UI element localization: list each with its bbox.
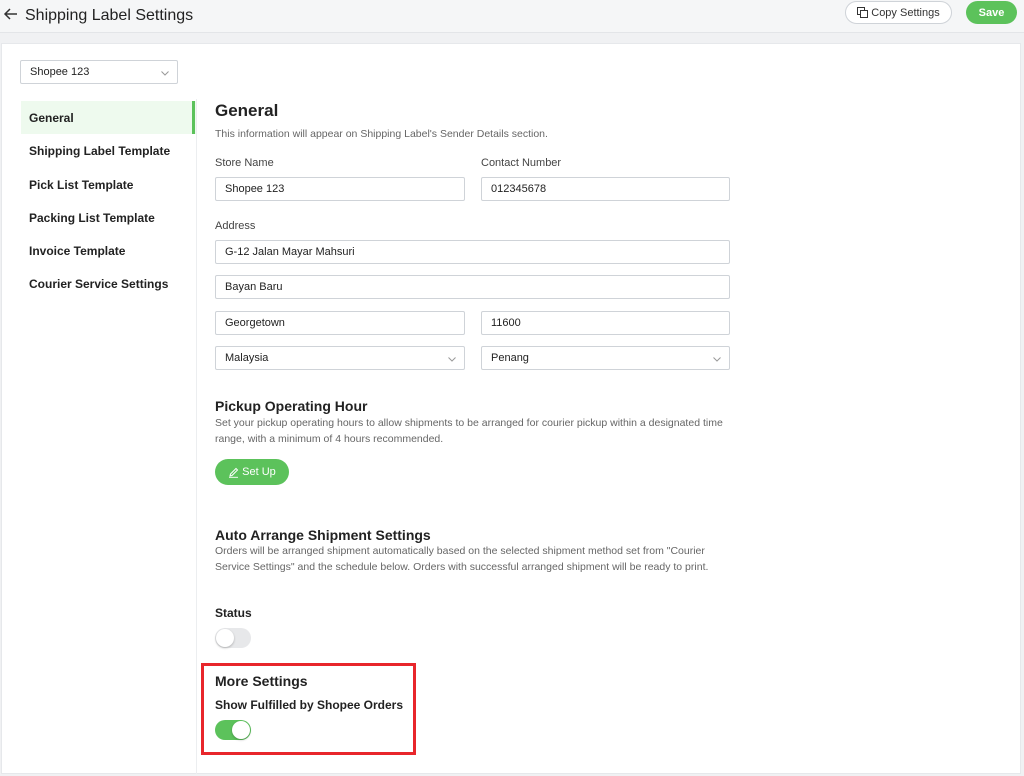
- store-select-value: Shopee 123: [30, 66, 90, 78]
- postcode-input[interactable]: 11600: [481, 311, 730, 335]
- chevron-down-icon: [161, 71, 169, 76]
- top-bar: Shipping Label Settings Copy Settings Sa…: [0, 0, 1024, 33]
- sidebar-item-label: Packing List Template: [29, 210, 155, 225]
- auto-arrange-title: Auto Arrange Shipment Settings: [215, 527, 431, 543]
- chevron-down-icon: [448, 357, 456, 362]
- pickup-title: Pickup Operating Hour: [215, 398, 368, 414]
- fbs-orders-label: Show Fulfilled by Shopee Orders: [215, 698, 404, 712]
- sidebar-item-pick-list-template[interactable]: Pick List Template: [21, 168, 196, 201]
- sidebar-item-label: Courier Service Settings: [29, 276, 169, 291]
- sidebar-item-label: Invoice Template: [29, 243, 126, 258]
- address-line2-input[interactable]: Bayan Baru: [215, 275, 730, 299]
- state-select-value: Penang: [491, 352, 529, 364]
- save-button[interactable]: Save: [966, 1, 1017, 24]
- store-select[interactable]: Shopee 123: [20, 60, 178, 84]
- status-label: Status: [215, 606, 252, 620]
- chevron-down-icon: [713, 357, 721, 362]
- sidebar-item-packing-list-template[interactable]: Packing List Template: [21, 201, 196, 234]
- copy-settings-button[interactable]: Copy Settings: [845, 1, 952, 24]
- edit-icon: [229, 467, 239, 478]
- sidebar-divider: [196, 99, 197, 774]
- address-line1-input[interactable]: G-12 Jalan Mayar Mahsuri: [215, 240, 730, 264]
- active-indicator: [192, 101, 195, 134]
- country-select[interactable]: Malaysia: [215, 346, 465, 370]
- sidebar-item-general[interactable]: General: [21, 101, 196, 134]
- address-label: Address: [215, 220, 256, 232]
- contact-number-label: Contact Number: [481, 157, 562, 169]
- fbs-orders-toggle[interactable]: [215, 720, 251, 740]
- general-description: This information will appear on Shipping…: [215, 128, 548, 140]
- city-input[interactable]: Georgetown: [215, 311, 465, 335]
- country-select-value: Malaysia: [225, 352, 269, 364]
- back-arrow-icon[interactable]: [3, 6, 19, 22]
- toggle-knob: [216, 629, 234, 647]
- toggle-knob: [232, 721, 250, 739]
- pickup-description: Set your pickup operating hours to allow…: [215, 417, 723, 445]
- auto-arrange-description: Orders will be arranged shipment automat…: [215, 545, 709, 573]
- sidebar-item-label: Pick List Template: [29, 177, 134, 192]
- contact-number-input[interactable]: 012345678: [481, 177, 730, 201]
- store-name-input[interactable]: Shopee 123: [215, 177, 465, 201]
- copy-icon: [857, 7, 869, 18]
- sidebar-item-courier-service-settings[interactable]: Courier Service Settings: [21, 267, 196, 300]
- sidebar-item-label: General: [29, 110, 74, 125]
- status-toggle[interactable]: [215, 628, 251, 648]
- copy-settings-label: Copy Settings: [871, 6, 940, 19]
- setup-button[interactable]: Set Up: [215, 459, 289, 485]
- general-title: General: [215, 101, 279, 120]
- state-select[interactable]: Penang: [481, 346, 730, 370]
- page-title: Shipping Label Settings: [25, 7, 194, 24]
- setup-button-label: Set Up: [242, 466, 276, 478]
- sidebar-item-shipping-label-template[interactable]: Shipping Label Template: [21, 134, 196, 167]
- sidebar-item-label: Shipping Label Template: [29, 143, 171, 158]
- sidebar-item-invoice-template[interactable]: Invoice Template: [21, 234, 196, 267]
- more-settings-title: More Settings: [215, 673, 308, 689]
- store-name-label: Store Name: [215, 157, 274, 169]
